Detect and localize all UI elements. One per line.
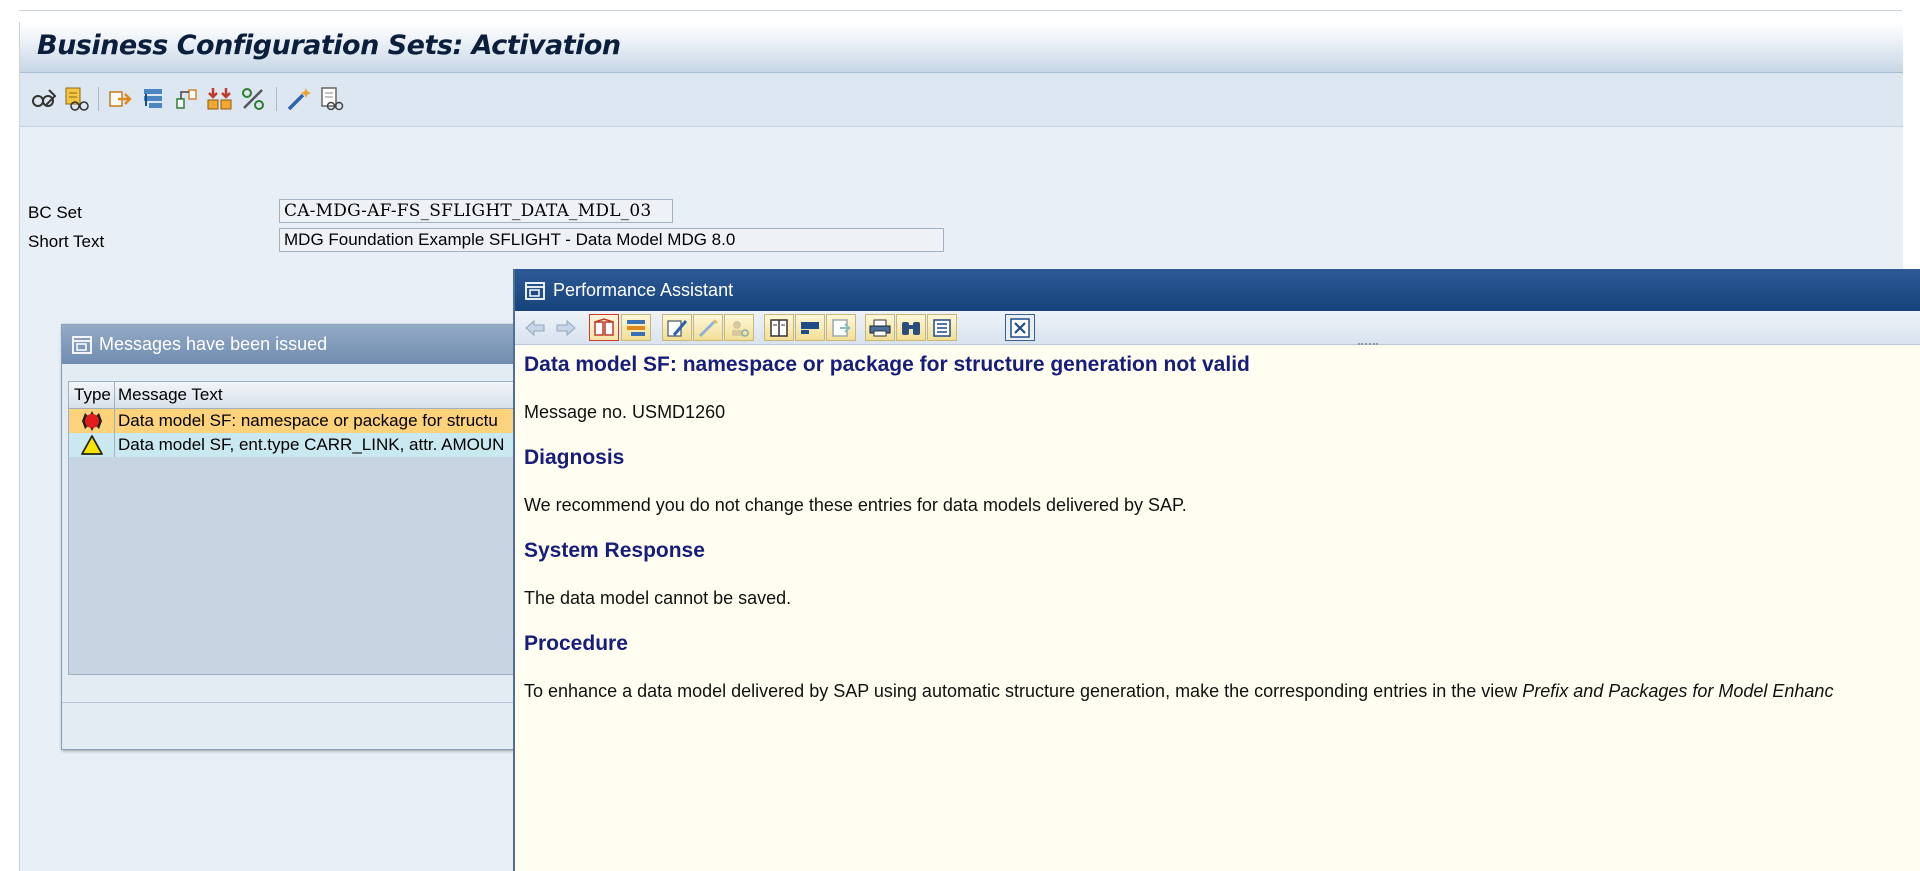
error-icon	[69, 409, 115, 433]
page-title: Business Configuration Sets: Activation	[37, 30, 621, 61]
top-frame	[0, 0, 1920, 11]
edit-icon[interactable]	[662, 314, 692, 341]
compare-icon[interactable]	[173, 85, 201, 113]
bc-set-label: BC Set	[28, 203, 82, 222]
performance-assistant-title: Performance Assistant	[553, 280, 734, 300]
close-icon[interactable]	[1005, 314, 1035, 341]
message-heading: Data model SF: namespace or package for …	[524, 353, 1250, 376]
window-icon	[72, 336, 92, 359]
message-text: Data model SF: namespace or package for …	[118, 411, 498, 430]
section-text-diagnosis: We recommend you do not change these ent…	[524, 495, 1187, 515]
messages-dialog-title-bar[interactable]: Messages have been issued	[62, 325, 532, 364]
column-header-type[interactable]: Type	[69, 382, 115, 408]
layout-icon[interactable]	[795, 314, 825, 341]
message-number: Message no. USMD1260	[524, 402, 726, 422]
transport-icon[interactable]	[62, 85, 90, 113]
pencil-icon[interactable]	[693, 314, 723, 341]
resize-grip[interactable]	[1358, 343, 1378, 348]
messages-table-header: Type Message Text	[69, 382, 533, 409]
section-title-procedure: Procedure	[524, 632, 628, 655]
forward-icon[interactable]	[551, 314, 581, 341]
messages-table: Type Message Text Data model SF: namespa…	[68, 381, 534, 675]
column-header-message-text[interactable]: Message Text	[115, 382, 223, 408]
section-title-system-response: System Response	[524, 539, 705, 562]
section-text-system-response: The data model cannot be saved.	[524, 588, 792, 608]
performance-assistant-window: Performance Assistant Data model SF: nam…	[513, 269, 1920, 871]
title-bar: Business Configuration Sets: Activation	[20, 22, 1903, 73]
section-title-diagnosis: Diagnosis	[524, 446, 625, 469]
procedure-view-link: Prefix and Packages for Model Enhanc	[1522, 681, 1834, 701]
find-icon[interactable]	[896, 314, 926, 341]
messages-dialog-title: Messages have been issued	[99, 334, 328, 354]
user-settings-icon[interactable]	[724, 314, 754, 341]
performance-assistant-title-bar[interactable]: Performance Assistant	[515, 269, 1920, 311]
table-row[interactable]: Data model SF: namespace or package for …	[69, 409, 533, 433]
bc-set-field[interactable]: CA-MDG-AF-FS_SFLIGHT_DATA_MDL_03	[279, 199, 673, 223]
dialog-footer-divider	[62, 702, 532, 703]
window-icon	[525, 282, 545, 305]
short-text-field[interactable]: MDG Foundation Example SFLIGHT - Data Mo…	[279, 228, 944, 252]
activate-icon[interactable]	[206, 85, 234, 113]
export-icon[interactable]	[107, 85, 135, 113]
section-text-procedure: To enhance a data model delivered by SAP…	[524, 681, 1833, 702]
left-frame	[0, 10, 19, 871]
warning-icon	[69, 433, 115, 457]
back-icon[interactable]	[520, 314, 550, 341]
structure-icon[interactable]	[621, 314, 651, 341]
performance-assistant-toolbar	[515, 311, 1920, 345]
messages-dialog: Messages have been issued Type Message T…	[61, 324, 534, 750]
utilities-icon[interactable]	[239, 85, 267, 113]
application-toolbar	[20, 73, 1903, 127]
technical-info-icon[interactable]	[589, 314, 619, 341]
bookmark-list-icon[interactable]	[927, 314, 957, 341]
print-preview-icon[interactable]	[826, 314, 856, 341]
short-text-label: Short Text	[28, 232, 105, 251]
print-icon[interactable]	[865, 314, 895, 341]
display-log-icon[interactable]	[318, 85, 346, 113]
document-icon[interactable]	[764, 314, 794, 341]
message-text: Data model SF, ent.type CARR_LINK, attr.…	[118, 435, 505, 454]
procedure-text: To enhance a data model delivered by SAP…	[524, 681, 1523, 701]
hierarchy-icon[interactable]	[140, 85, 168, 113]
magic-wand-icon[interactable]	[285, 85, 313, 113]
table-row[interactable]: Data model SF, ent.type CARR_LINK, attr.…	[69, 433, 533, 457]
display-change-icon[interactable]	[30, 85, 58, 113]
